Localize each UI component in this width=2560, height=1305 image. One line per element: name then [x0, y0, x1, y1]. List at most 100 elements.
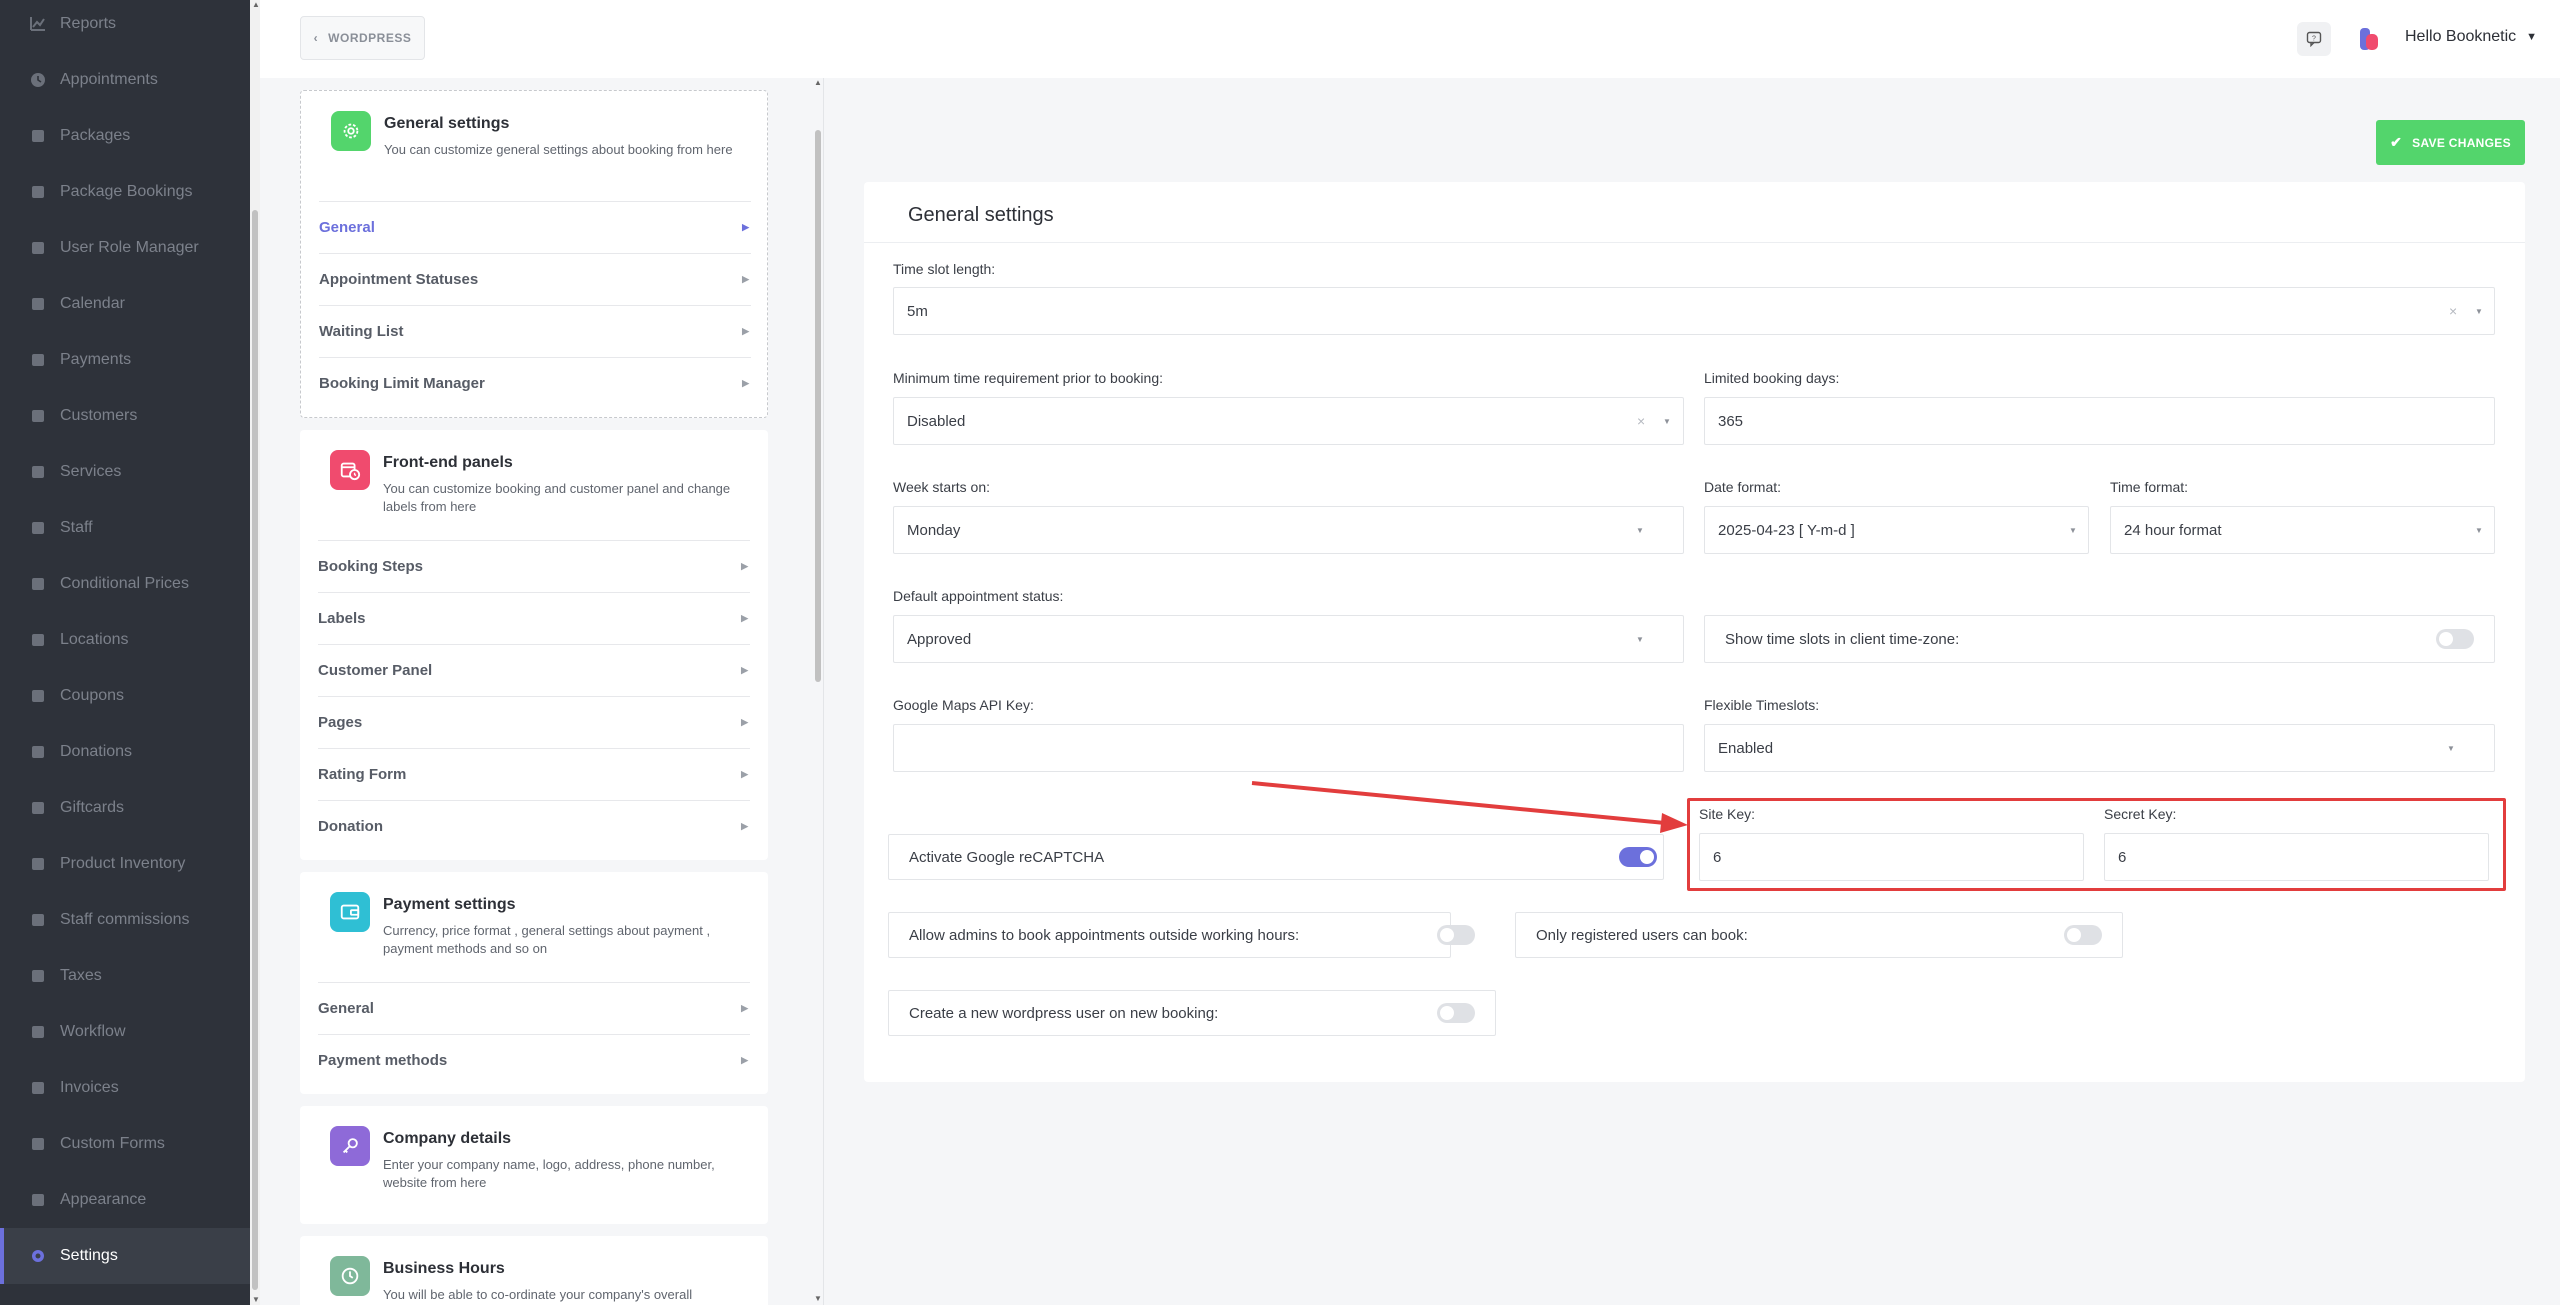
list-icon: [30, 464, 46, 480]
scroll-up-icon[interactable]: ▲: [252, 0, 260, 9]
menu-item-waiting-list[interactable]: Waiting List ▶: [319, 305, 751, 357]
caret-right-icon: ▶: [741, 1055, 748, 1065]
general-settings-card[interactable]: General settings You can customize gener…: [300, 90, 768, 418]
dropdown-arrow-icon: ▼: [2447, 743, 2455, 753]
dropdown-arrow-icon: ▼: [1636, 525, 1644, 535]
caret-right-icon: ▶: [741, 561, 748, 571]
menu-scrollbar[interactable]: ▲ ▼: [813, 78, 823, 1305]
user-cog-icon: [30, 240, 46, 256]
sidebar-scroll-thumb[interactable]: [252, 210, 258, 1290]
top-bar: ‹ WORDPRESS ? Hello Booknetic ▼: [260, 0, 2560, 78]
menu-item-pages[interactable]: Pages ▶: [318, 696, 750, 748]
menu-item-rating-form[interactable]: Rating Form ▶: [318, 748, 750, 800]
caret-right-icon: ▶: [741, 1003, 748, 1013]
menu-item-booking-steps[interactable]: Booking Steps ▶: [318, 540, 750, 592]
sidebar-item-appointments[interactable]: Appointments: [0, 52, 250, 108]
menu-item-label: Waiting List: [319, 323, 404, 340]
user-menu[interactable]: Hello Booknetic ▼: [2405, 28, 2537, 46]
limited-days-value: 365: [1718, 412, 1744, 430]
sidebar-item-services[interactable]: Services: [0, 444, 250, 500]
sidebar-item-giftcards[interactable]: Giftcards: [0, 780, 250, 836]
business-hours-card[interactable]: Business Hours You will be able to co-or…: [300, 1236, 768, 1305]
sidebar-item-product-inventory[interactable]: Product Inventory: [0, 836, 250, 892]
menu-item-payment-general[interactable]: General ▶: [318, 982, 750, 1034]
sidebar-item-custom-forms[interactable]: Custom Forms: [0, 1116, 250, 1172]
menu-item-payment-methods[interactable]: Payment methods ▶: [318, 1034, 750, 1086]
allow-admins-toggle[interactable]: [1437, 925, 1475, 945]
only-registered-toggle[interactable]: [2064, 925, 2102, 945]
sidebar-item-package-bookings[interactable]: Package Bookings: [0, 164, 250, 220]
client-timezone-row: Show time slots in client time-zone:: [1704, 615, 2495, 663]
sidebar-item-taxes[interactable]: Taxes: [0, 948, 250, 1004]
sidebar-scrollbar[interactable]: ▲ ▼: [250, 0, 260, 1305]
sidebar-item-customers[interactable]: Customers: [0, 388, 250, 444]
help-button[interactable]: ?: [2297, 22, 2331, 56]
menu-item-label: Customer Panel: [318, 662, 433, 679]
scroll-down-icon[interactable]: ▼: [252, 1295, 260, 1304]
menu-item-labels[interactable]: Labels ▶: [318, 592, 750, 644]
menu-item-donation[interactable]: Donation ▶: [318, 800, 750, 852]
flexible-timeslots-select[interactable]: Enabled ▼: [1704, 724, 2495, 772]
sidebar-item-donations[interactable]: Donations: [0, 724, 250, 780]
boxes-icon: [30, 128, 46, 144]
scroll-up-icon[interactable]: ▲: [814, 78, 822, 87]
sidebar-item-reports[interactable]: Reports: [0, 0, 250, 52]
menu-item-general[interactable]: General ▶: [319, 201, 751, 253]
sidebar-item-workflow[interactable]: Workflow: [0, 1004, 250, 1060]
wordpress-back-button[interactable]: ‹ WORDPRESS: [300, 16, 425, 60]
sidebar-item-calendar[interactable]: Calendar: [0, 276, 250, 332]
menu-item-label: General: [319, 219, 375, 236]
sidebar-item-appearance[interactable]: Appearance: [0, 1172, 250, 1228]
key-icon: [330, 1126, 370, 1166]
frontend-panels-card[interactable]: Front-end panels You can customize booki…: [300, 430, 768, 860]
menu-scroll-thumb[interactable]: [815, 130, 821, 682]
date-format-select[interactable]: 2025-04-23 [ Y-m-d ] ▼: [1704, 506, 2089, 554]
company-details-card[interactable]: Company details Enter your company name,…: [300, 1106, 768, 1224]
caret-right-icon: ▶: [742, 326, 749, 336]
week-start-label: Week starts on:: [893, 479, 991, 495]
sidebar-item-user-role-manager[interactable]: User Role Manager: [0, 220, 250, 276]
sidebar-item-label: Package Bookings: [60, 183, 193, 200]
sidebar-item-coupons[interactable]: Coupons: [0, 668, 250, 724]
time-slot-length-select[interactable]: 5m × ▼: [893, 287, 2495, 335]
wallet-icon: [330, 892, 370, 932]
chevron-down-icon: ▼: [2526, 31, 2538, 43]
sidebar-item-label: Staff commissions: [60, 911, 190, 928]
week-start-select[interactable]: Monday ▼: [893, 506, 1684, 554]
create-wp-user-label: Create a new wordpress user on new booki…: [909, 1004, 1219, 1022]
sidebar-item-conditional-prices[interactable]: Conditional Prices: [0, 556, 250, 612]
create-wp-user-toggle[interactable]: [1437, 1003, 1475, 1023]
menu-item-customer-panel[interactable]: Customer Panel ▶: [318, 644, 750, 696]
min-time-label: Minimum time requirement prior to bookin…: [893, 370, 1163, 386]
menu-item-booking-limit-manager[interactable]: Booking Limit Manager ▶: [319, 357, 751, 409]
menu-item-label: Pages: [318, 714, 363, 731]
scroll-down-icon[interactable]: ▼: [814, 1294, 822, 1303]
sidebar-item-packages[interactable]: Packages: [0, 108, 250, 164]
default-status-select[interactable]: Approved ▼: [893, 615, 1684, 663]
sidebar-item-invoices[interactable]: Invoices: [0, 1060, 250, 1116]
calendar-clock-icon: [330, 450, 370, 490]
menu-item-label: Donation: [318, 818, 383, 835]
clear-icon[interactable]: ×: [2449, 303, 2457, 319]
sidebar-item-settings[interactable]: Settings: [0, 1228, 250, 1284]
date-format-value: 2025-04-23 [ Y-m-d ]: [1718, 521, 1855, 539]
clear-icon[interactable]: ×: [1637, 413, 1645, 429]
date-format-label: Date format:: [1704, 479, 1782, 495]
save-changes-button[interactable]: ✔ SAVE CHANGES: [2376, 120, 2525, 165]
time-format-select[interactable]: 24 hour format ▼: [2110, 506, 2495, 554]
client-timezone-toggle[interactable]: [2436, 629, 2474, 649]
sidebar-item-label: Customers: [60, 407, 138, 424]
time-format-label: Time format:: [2110, 479, 2189, 495]
gmaps-key-input[interactable]: [893, 724, 1684, 772]
caret-right-icon: ▶: [741, 613, 748, 623]
payment-settings-card[interactable]: Payment settings Currency, price format …: [300, 872, 768, 1094]
recaptcha-toggle[interactable]: [1619, 847, 1657, 867]
sidebar-item-staff-commissions[interactable]: Staff commissions: [0, 892, 250, 948]
sidebar-item-payments[interactable]: Payments: [0, 332, 250, 388]
limited-days-input[interactable]: 365: [1704, 397, 2495, 445]
sidebar-item-staff[interactable]: Staff: [0, 500, 250, 556]
sidebar-item-locations[interactable]: Locations: [0, 612, 250, 668]
min-time-select[interactable]: Disabled × ▼: [893, 397, 1684, 445]
sidebar-item-label: Appearance: [60, 1191, 147, 1208]
menu-item-appointment-statuses[interactable]: Appointment Statuses ▶: [319, 253, 751, 305]
